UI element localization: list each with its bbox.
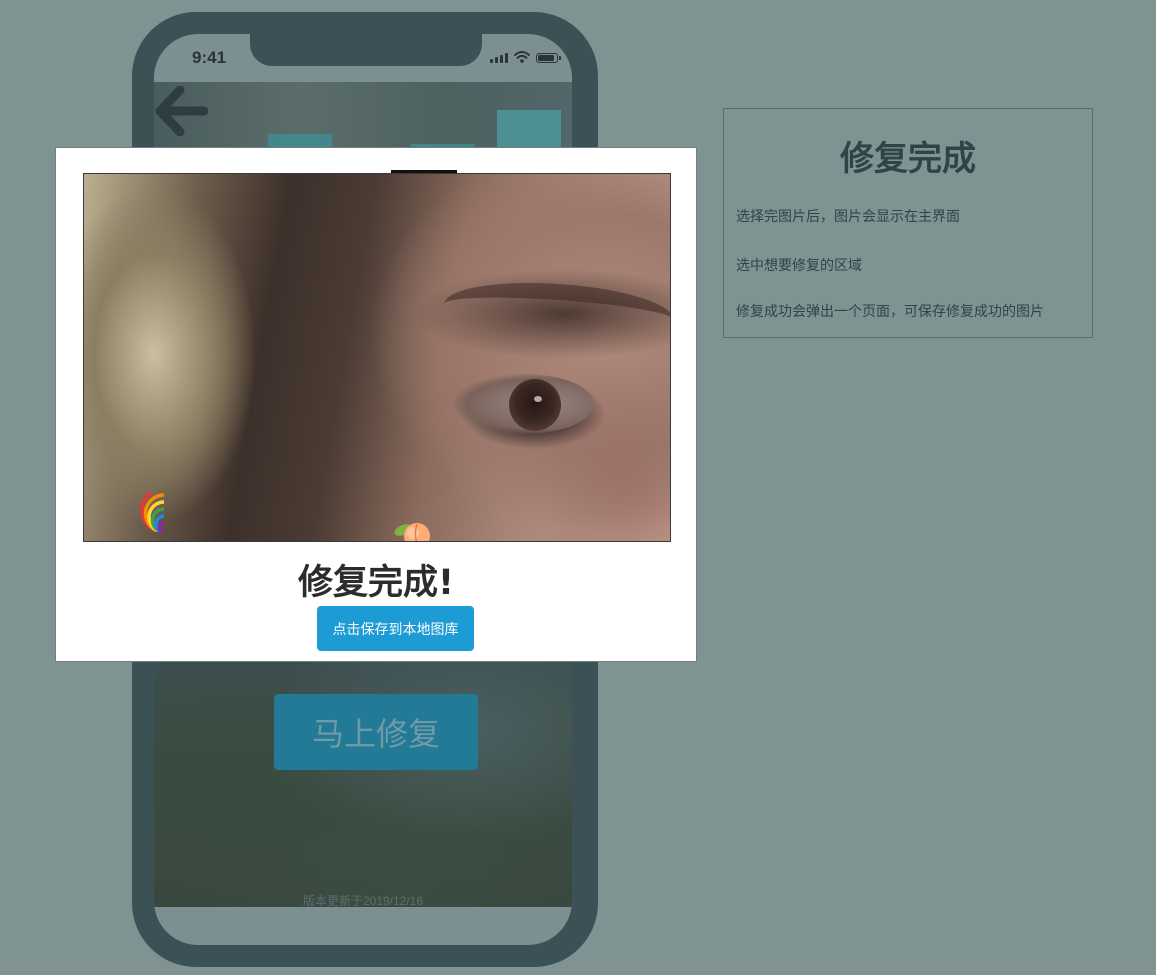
back-arrow-icon[interactable]: [154, 86, 208, 136]
info-title: 修复完成: [840, 139, 976, 179]
info-panel: 修复完成 选择完图片后，图片会显示在主界面 选中想要修复的区域 修复成功会弹出一…: [723, 108, 1093, 338]
wifi-icon: [514, 51, 530, 63]
repaired-photo: [83, 173, 671, 542]
repair-button[interactable]: 马上修复: [274, 694, 478, 770]
result-modal: 修复完成! 点击保存到本地图库: [55, 147, 697, 662]
info-line: 选择完图片后，图片会显示在主界面: [736, 209, 960, 225]
save-to-gallery-button[interactable]: 点击保存到本地图库: [317, 606, 474, 651]
signal-icon: [490, 53, 508, 63]
info-line: 修复成功会弹出一个页面，可保存修复成功的图片: [736, 304, 1044, 320]
battery-icon: [536, 53, 561, 63]
phone-notch: [250, 34, 482, 66]
rainbow-sticker-icon: [140, 492, 165, 532]
screen-background-image: [154, 634, 572, 907]
info-line: 选中想要修复的区域: [736, 258, 862, 274]
status-icons: [490, 51, 561, 63]
peach-sticker-icon: [394, 523, 430, 541]
modal-title: 修复完成!: [298, 563, 454, 603]
photo-detail: [509, 379, 561, 431]
status-time: 9:41: [192, 48, 227, 67]
photo-detail: [442, 276, 670, 348]
version-text: 版本更新于2019/12/16: [302, 894, 424, 908]
photo-detail: [534, 396, 542, 402]
page: 9:41 马上修复 版本更新于2019/12/16 修复完成! 点击保存到本地图…: [0, 0, 1156, 975]
